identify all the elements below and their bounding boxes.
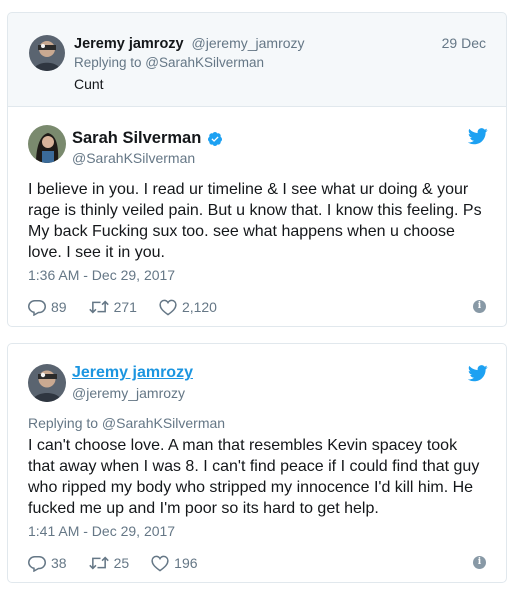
tweet-text: Cunt: [74, 76, 104, 92]
author-handle[interactable]: @SarahKSilverman: [72, 150, 195, 166]
author-row: Jeremy jamrozy @jeremy_jamrozy: [74, 35, 305, 52]
tweet-line: I can't choose love. A man that resemble…: [28, 437, 458, 454]
tweet-line: fucked me up and I'm poor so its hard to…: [28, 500, 379, 517]
like-count: 2,120: [181, 299, 217, 315]
avatar[interactable]: [28, 125, 66, 163]
retweet-count: 271: [113, 299, 137, 315]
heart-icon: [159, 299, 177, 316]
tweet-text: I believe in you. I read ur timeline & I…: [28, 179, 486, 263]
tweet-line: love. I see it in you.: [28, 244, 165, 261]
retweet-count: 25: [113, 555, 130, 571]
tweet-text: I can't choose love. A man that resemble…: [28, 435, 486, 519]
retweet-button[interactable]: 25: [88, 555, 130, 571]
reply-count: 89: [51, 299, 67, 315]
author-name-row: Sarah Silverman: [72, 129, 223, 148]
main-tweet-card[interactable]: Sarah Silverman @SarahKSilverman I belie…: [7, 106, 507, 327]
reply-tweet-card[interactable]: Jeremy jamrozy @jeremy_jamrozy 29 Dec Re…: [7, 12, 507, 106]
verified-badge-icon: [208, 131, 223, 146]
tweet-line: My back Fucking sux too. see what happen…: [28, 223, 455, 240]
avatar[interactable]: [29, 35, 65, 71]
tweet-actions: 38 25 196 i: [28, 553, 486, 573]
like-button[interactable]: 2,120: [159, 299, 217, 316]
reply-icon: [28, 555, 46, 572]
info-icon[interactable]: i: [473, 300, 486, 313]
like-button[interactable]: 196: [151, 555, 198, 572]
twitter-bird-icon[interactable]: [468, 365, 488, 382]
tweet-line: rage is thinly veiled pain. But u know t…: [28, 202, 482, 219]
author-name-row: Jeremy jamrozy: [72, 364, 193, 382]
reply-button[interactable]: 89: [28, 299, 67, 316]
tweet-actions: 89 271 2,120 i: [28, 297, 486, 317]
reply-button[interactable]: 38: [28, 555, 67, 572]
retweet-icon: [88, 556, 109, 570]
tweet-line: I believe in you. I read ur timeline & I…: [28, 181, 469, 198]
replying-to[interactable]: Replying to @SarahKSilverman: [74, 55, 264, 70]
heart-icon: [151, 555, 169, 572]
second-tweet-card[interactable]: Jeremy jamrozy @jeremy_jamrozy Replying …: [7, 343, 507, 583]
author-name[interactable]: Jeremy jamrozy: [74, 36, 184, 52]
tweet-line: that away when I was 8. I can't find pea…: [28, 458, 480, 475]
tweet-line: who ripped my body who stripped my innoc…: [28, 479, 474, 496]
tweet-date[interactable]: 29 Dec: [442, 35, 486, 51]
tweet-timestamp[interactable]: 1:41 AM - Dec 29, 2017: [28, 523, 175, 539]
replying-to[interactable]: Replying to @SarahKSilverman: [28, 415, 225, 431]
avatar[interactable]: [28, 364, 66, 402]
twitter-bird-icon[interactable]: [468, 128, 488, 145]
retweet-button[interactable]: 271: [88, 299, 137, 315]
tweet-timestamp[interactable]: 1:36 AM - Dec 29, 2017: [28, 267, 175, 283]
author-handle[interactable]: @jeremy_jamrozy: [72, 385, 185, 401]
author-name[interactable]: Sarah Silverman: [72, 129, 201, 148]
author-handle[interactable]: @jeremy_jamrozy: [192, 35, 305, 51]
reply-icon: [28, 299, 46, 316]
retweet-icon: [88, 300, 109, 314]
reply-count: 38: [51, 555, 67, 571]
author-name[interactable]: Jeremy jamrozy: [72, 364, 193, 381]
info-icon[interactable]: i: [473, 556, 486, 569]
like-count: 196: [174, 555, 198, 571]
